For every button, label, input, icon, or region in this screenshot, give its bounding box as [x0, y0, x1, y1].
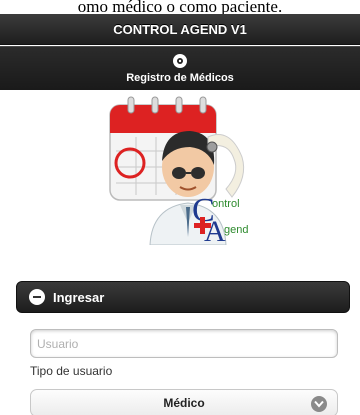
app-header: CONTROL AGEND V1: [0, 14, 360, 45]
caption-text: omo médico o como paciente.: [77, 0, 283, 14]
ingresar-collapsible[interactable]: Ingresar: [16, 281, 350, 313]
control-agend-logo: C ontrol A gend: [109, 96, 248, 245]
app-title: CONTROL AGEND V1: [113, 21, 247, 37]
tipo-usuario-select[interactable]: Médico: [30, 389, 338, 415]
chevron-down-icon: [311, 396, 327, 412]
registro-medicos-label: Registro de Médicos: [126, 71, 234, 84]
usuario-field[interactable]: [30, 329, 338, 358]
ingresar-label: Ingresar: [53, 289, 105, 305]
tipo-usuario-label: Tipo de usuario: [30, 364, 113, 378]
navbar: Registro de Médicos: [0, 46, 360, 90]
main-content: C ontrol A gend Ingresar Tipo de usuario…: [0, 91, 360, 415]
minus-icon: [29, 289, 45, 305]
gear-icon: [172, 53, 187, 68]
usuario-input[interactable]: [31, 330, 337, 357]
tipo-usuario-value: Médico: [163, 396, 205, 410]
svg-text:ontrol: ontrol: [212, 198, 240, 210]
registro-medicos-button[interactable]: Registro de Médicos: [126, 53, 234, 84]
svg-text:gend: gend: [224, 224, 248, 236]
svg-text:A: A: [204, 215, 226, 245]
document-caption: omo médico o como paciente.: [0, 0, 360, 14]
